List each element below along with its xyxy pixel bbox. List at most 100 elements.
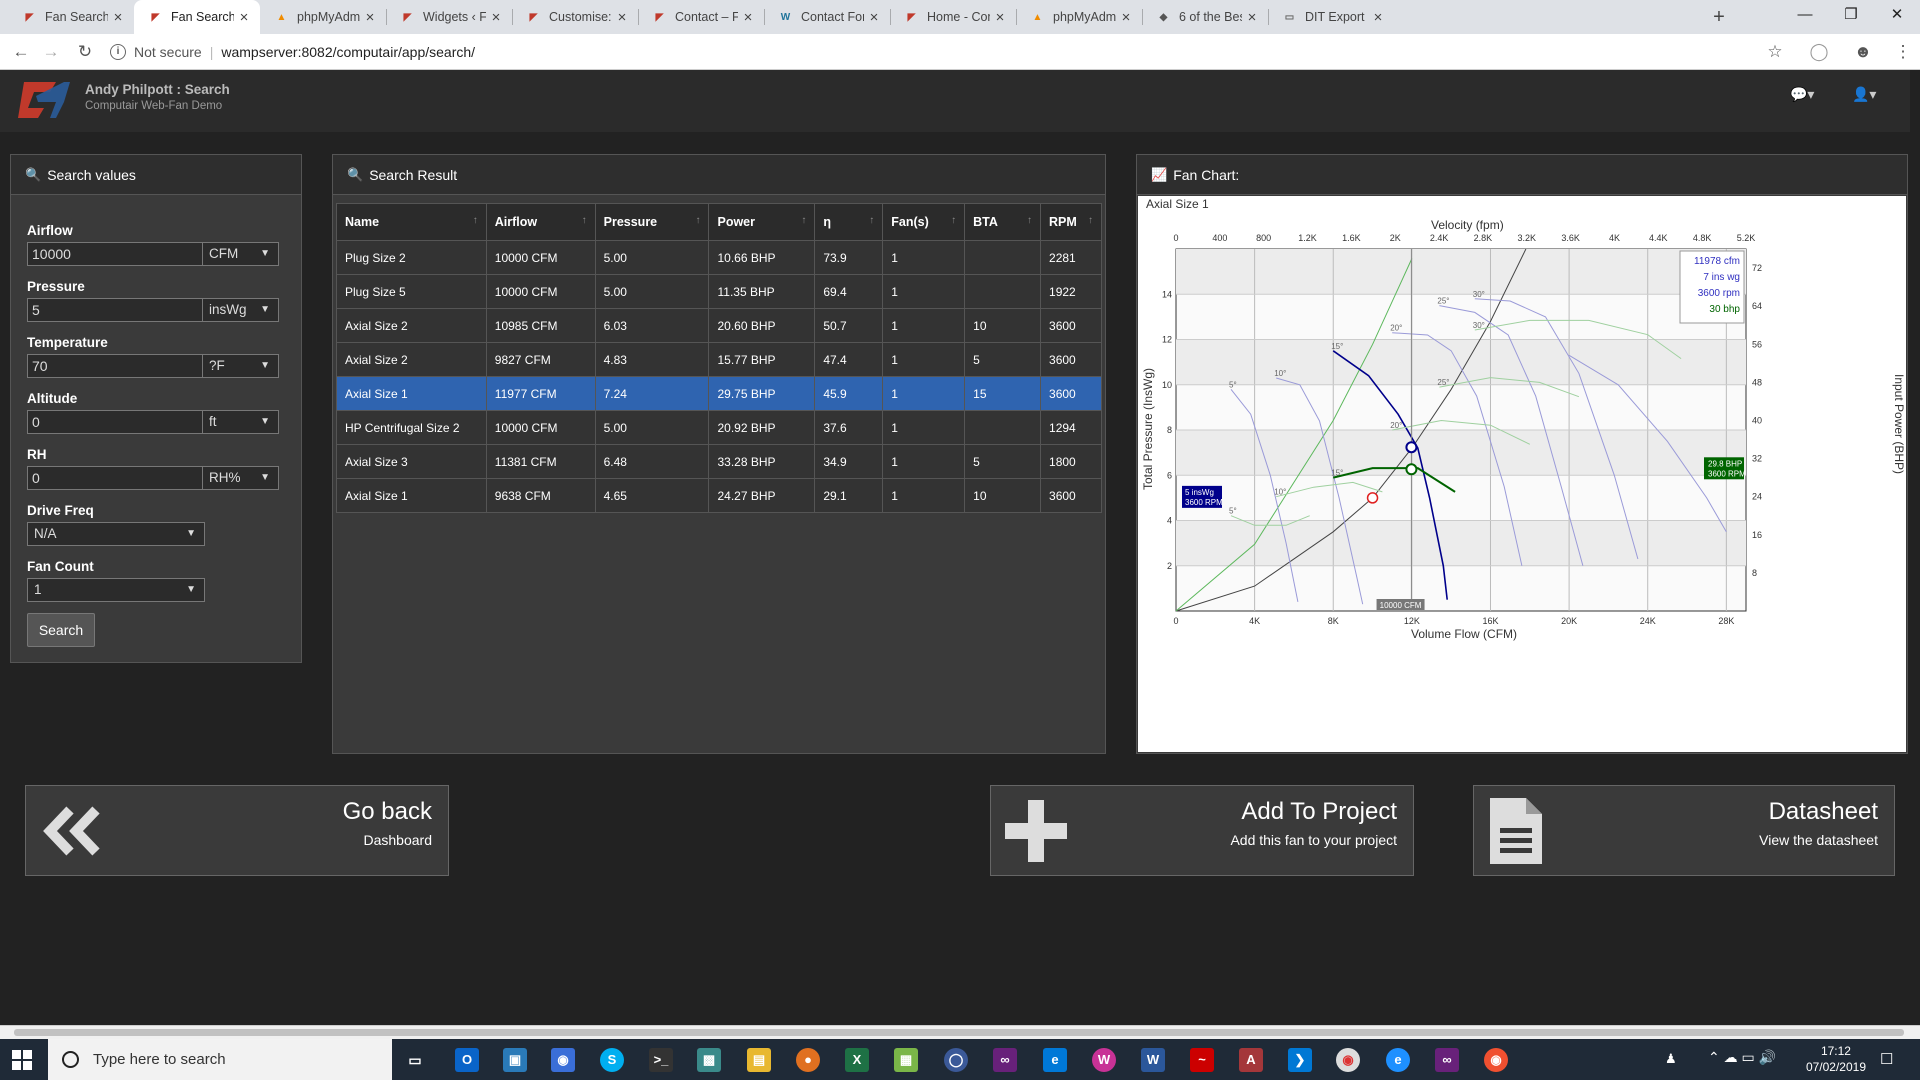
sort-icon[interactable]: ↑	[1027, 215, 1032, 226]
browser-tab[interactable]: ◤ Contact – Fan Se×	[638, 0, 764, 34]
maximize-button[interactable]: ❐	[1828, 0, 1874, 30]
rh-input[interactable]: 0	[27, 466, 203, 490]
sort-icon[interactable]: ↑	[801, 215, 806, 226]
column-header[interactable]: Pressure ↑	[594, 203, 710, 241]
close-tab-icon[interactable]: ×	[738, 9, 758, 26]
table-row[interactable]: Axial Size 2 9827 CFM 4.83 15.77 BHP 47.4 1 5 3…	[336, 342, 1102, 377]
clock[interactable]: 17:12 07/02/2019	[1806, 1043, 1866, 1075]
close-window-button[interactable]: ✕	[1874, 0, 1920, 30]
go-back-button[interactable]: Go back Dashboard	[25, 785, 449, 876]
network-icon[interactable]: ◉	[551, 1048, 575, 1072]
sort-icon[interactable]: ↑	[695, 215, 700, 226]
menu-icon[interactable]: ⋮	[1890, 40, 1916, 64]
close-tab-icon[interactable]: ×	[486, 9, 506, 26]
browser-tab[interactable]: ▲ phpMyAdmin×	[260, 0, 386, 34]
pressure-unit-select[interactable]: insWg ▼	[203, 298, 279, 322]
browser-tab[interactable]: ◤ Home - Comput×	[890, 0, 1016, 34]
star-icon[interactable]: ☆	[1762, 40, 1788, 64]
close-tab-icon[interactable]: ×	[234, 9, 254, 26]
internet-explorer-icon[interactable]: e	[1386, 1048, 1410, 1072]
file-explorer-icon[interactable]: ▤	[747, 1048, 771, 1072]
remote-desktop-icon[interactable]: ▩	[697, 1048, 721, 1072]
sort-icon[interactable]: ↑	[869, 215, 874, 226]
sort-icon[interactable]: ↑	[473, 215, 478, 226]
profile-icon[interactable]: ☻	[1850, 40, 1876, 64]
windows-start-icon[interactable]	[12, 1050, 32, 1070]
browser-tab[interactable]: ◤ Customise: Fan S×	[512, 0, 638, 34]
table-row[interactable]: HP Centrifugal Size 2 10000 CFM 5.00 20.92 …	[336, 410, 1102, 445]
new-tab-button[interactable]: +	[1706, 4, 1732, 30]
back-icon[interactable]: ←	[8, 40, 34, 64]
horizontal-scrollbar[interactable]	[0, 1025, 1920, 1039]
word-icon[interactable]: W	[1141, 1048, 1165, 1072]
pressure-input[interactable]: 5	[27, 298, 203, 322]
altitude-unit-select[interactable]: ft ▼	[203, 410, 279, 434]
column-header[interactable]: RPM ↑	[1040, 203, 1102, 241]
browser-tab[interactable]: ◆ 6 of the Best Fre×	[1142, 0, 1268, 34]
paint-icon[interactable]: ●	[796, 1048, 820, 1072]
close-tab-icon[interactable]: ×	[1368, 9, 1388, 26]
outlook-icon[interactable]: O	[455, 1048, 479, 1072]
table-row[interactable]: Plug Size 5 10000 CFM 5.00 11.35 BHP 69.4 1 19…	[336, 274, 1102, 309]
close-tab-icon[interactable]: ×	[864, 9, 884, 26]
column-header[interactable]: BTA ↑	[964, 203, 1042, 241]
table-row[interactable]: Plug Size 2 10000 CFM 5.00 10.66 BHP 73.9 1 22…	[336, 240, 1102, 275]
browser-tab[interactable]: ◤ Fan Search ×	[134, 0, 260, 34]
file-server-icon[interactable]: ▣	[503, 1048, 527, 1072]
user-menu-icon[interactable]: 👤▾	[1852, 86, 1876, 103]
notifications-icon[interactable]: ☐	[1880, 1050, 1893, 1068]
extension-icon[interactable]: ◯	[1806, 40, 1832, 64]
skype-icon[interactable]: S	[600, 1048, 624, 1072]
minimize-button[interactable]: —	[1782, 0, 1828, 30]
taskbar-search-box[interactable]: Type here to search	[48, 1039, 392, 1080]
rh-unit-select[interactable]: RH% ▼	[203, 466, 279, 490]
sort-icon[interactable]: ↑	[951, 215, 956, 226]
airflow-unit-select[interactable]: CFM ▼	[203, 242, 279, 266]
fan-count-select[interactable]: 1 ▼	[27, 578, 205, 602]
wamp-icon[interactable]: W	[1092, 1048, 1116, 1072]
firefox-icon[interactable]: ◉	[1484, 1048, 1508, 1072]
scrollbar-thumb[interactable]	[14, 1029, 1904, 1036]
table-row[interactable]: Axial Size 2 10985 CFM 6.03 20.60 BHP 50.7 1 1…	[336, 308, 1102, 343]
table-row[interactable]: Axial Size 1 9638 CFM 4.65 24.27 BHP 29.1 1 10…	[336, 478, 1102, 513]
close-tab-icon[interactable]: ×	[990, 9, 1010, 26]
info-icon[interactable]: i	[110, 44, 126, 60]
access-icon[interactable]: A	[1239, 1048, 1263, 1072]
forward-icon[interactable]: →	[38, 40, 64, 64]
sort-icon[interactable]: ↑	[1088, 215, 1093, 226]
chrome-icon[interactable]: ◉	[1336, 1048, 1360, 1072]
reload-icon[interactable]: ↻	[72, 40, 98, 64]
browser-tab[interactable]: ▲ phpMyAdmin×	[1016, 0, 1142, 34]
visual-studio-2-icon[interactable]: ∞	[1435, 1048, 1459, 1072]
column-header[interactable]: Airflow ↑	[485, 203, 596, 241]
browser-tab[interactable]: ▭ DIT Export Wins×	[1268, 0, 1394, 34]
temperature-unit-select[interactable]: ?F ▼	[203, 354, 279, 378]
add-to-project-button[interactable]: Add To Project Add this fan to your proj…	[990, 785, 1414, 876]
search-button[interactable]: Search	[27, 613, 95, 647]
system-tray-icons[interactable]: ⌃ ☁ ▭ 🔊	[1708, 1049, 1776, 1066]
image-viewer-icon[interactable]: ▦	[894, 1048, 918, 1072]
column-header[interactable]: Fan(s) ↑	[882, 203, 966, 241]
url-text[interactable]: wampserver:8082/computair/app/search/	[221, 44, 475, 60]
datasheet-button[interactable]: Datasheet View the datasheet	[1473, 785, 1895, 876]
people-icon[interactable]: ♟	[1665, 1051, 1677, 1067]
visual-studio-icon[interactable]: ∞	[993, 1048, 1017, 1072]
column-header[interactable]: Power ↑	[708, 203, 816, 241]
sort-icon[interactable]: ↑	[582, 215, 587, 226]
task-view-icon[interactable]: ▭	[403, 1048, 427, 1072]
airflow-input[interactable]: 10000	[27, 242, 203, 266]
vscode-icon[interactable]: ❯	[1288, 1048, 1312, 1072]
table-row[interactable]: Axial Size 1 11977 CFM 7.24 29.75 BHP 45.9 1 1…	[336, 376, 1102, 411]
close-tab-icon[interactable]: ×	[360, 9, 380, 26]
temperature-input[interactable]: 70	[27, 354, 203, 378]
terminal-icon[interactable]: >_	[649, 1048, 673, 1072]
ink-icon[interactable]: ~	[1190, 1048, 1214, 1072]
drive-freq-select[interactable]: N/A ▼	[27, 522, 205, 546]
edge-icon[interactable]: e	[1043, 1048, 1067, 1072]
excel-icon[interactable]: X	[845, 1048, 869, 1072]
column-header[interactable]: Name ↑	[336, 203, 487, 241]
browser-tab[interactable]: ◤ Widgets ‹ Fan Se×	[386, 0, 512, 34]
browser-globe-icon[interactable]: ◯	[944, 1048, 968, 1072]
close-tab-icon[interactable]: ×	[108, 9, 128, 26]
close-tab-icon[interactable]: ×	[1242, 9, 1262, 26]
